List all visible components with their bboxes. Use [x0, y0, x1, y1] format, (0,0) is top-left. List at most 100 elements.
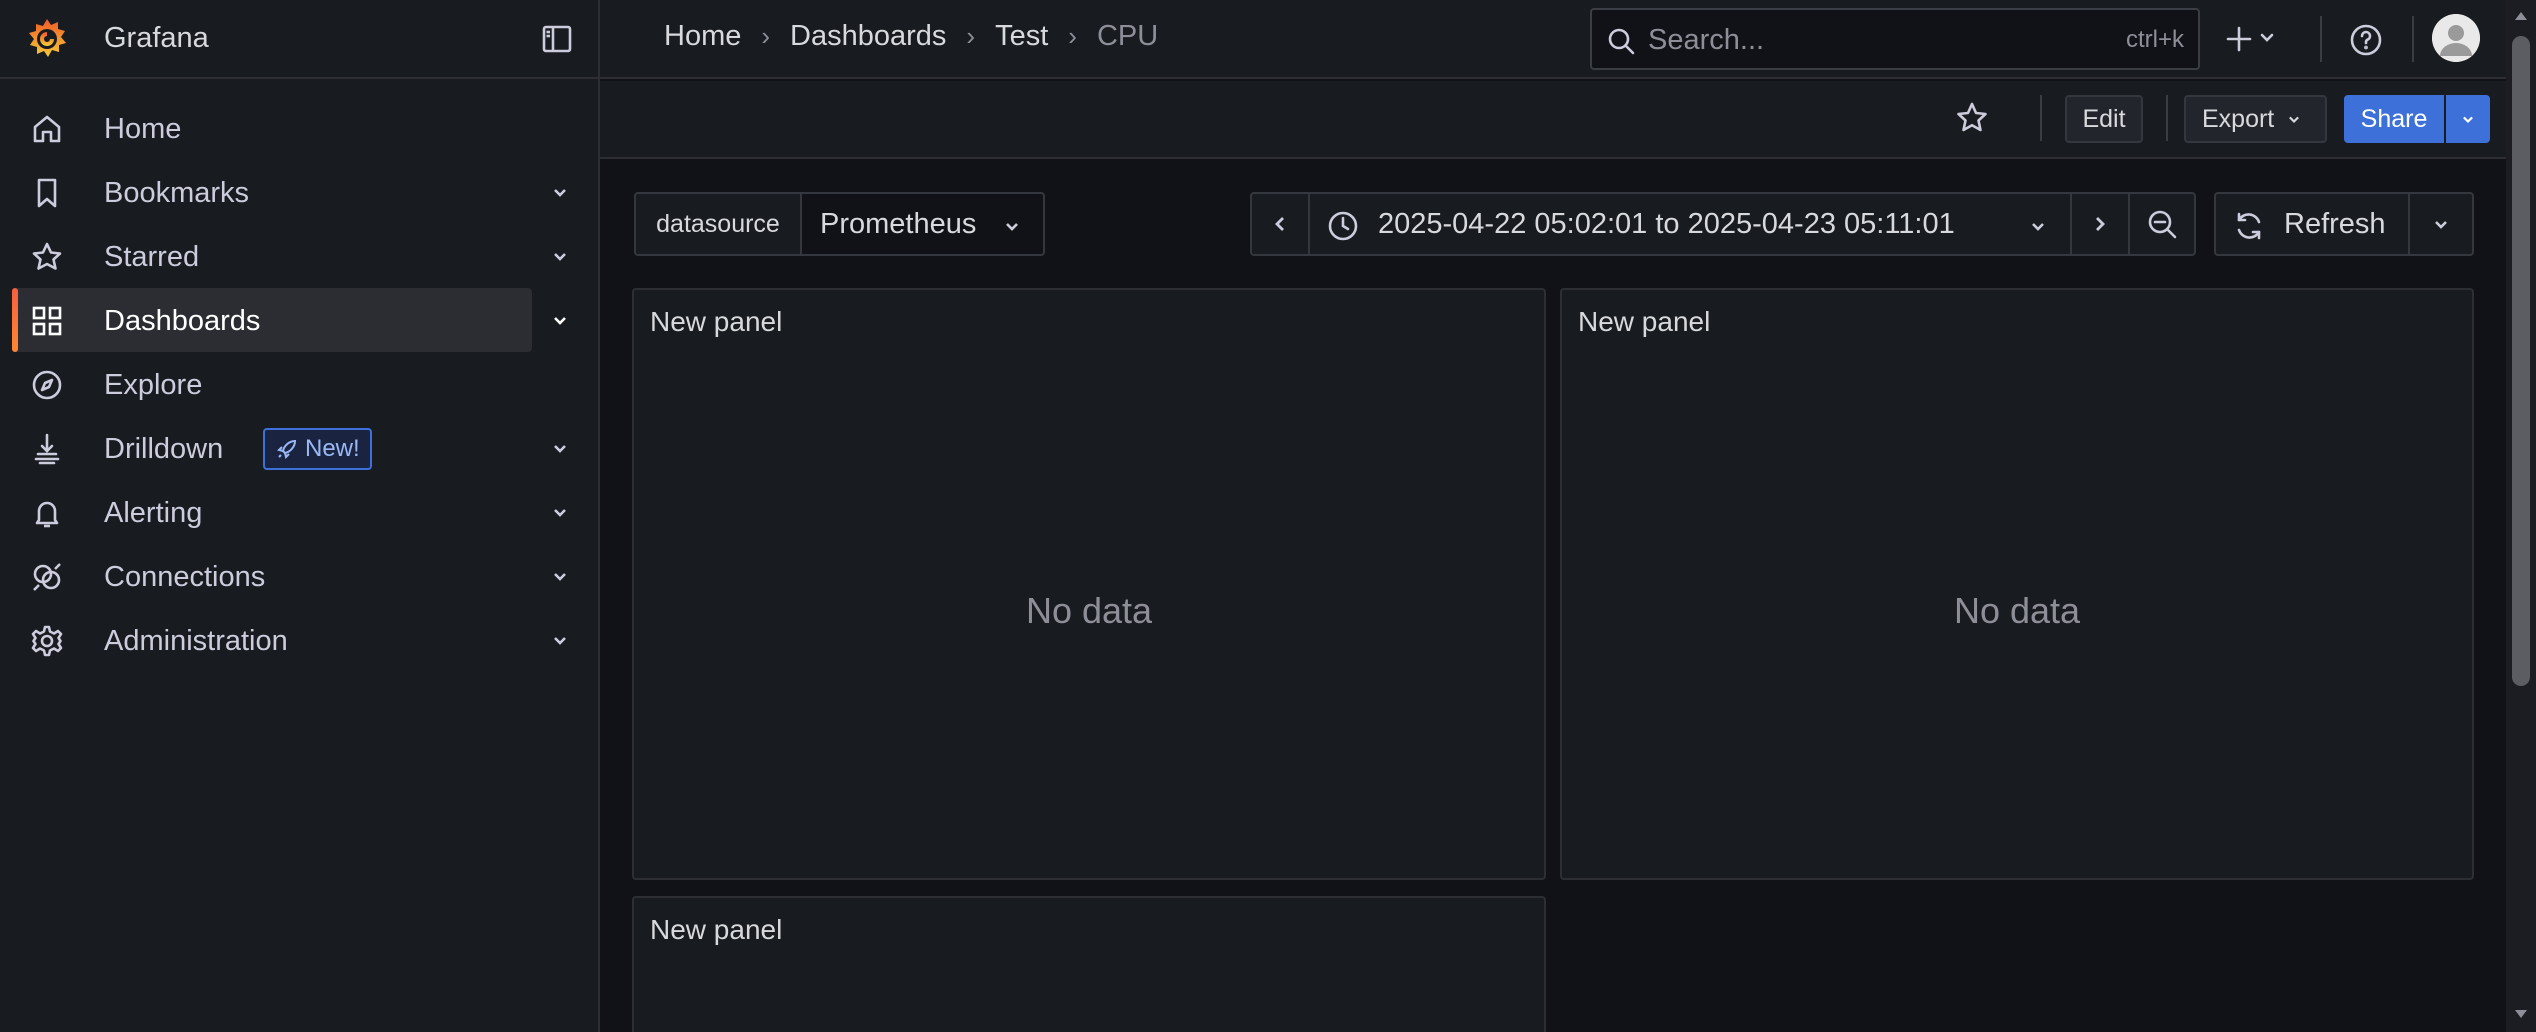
zoom-out-button[interactable] — [2128, 192, 2196, 256]
drilldown-icon — [34, 433, 60, 465]
user-avatar[interactable] — [2432, 14, 2480, 62]
scroll-down-arrow-icon[interactable] — [2514, 1008, 2528, 1020]
export-button-label: Export — [2202, 105, 2275, 133]
search-input[interactable] — [1648, 20, 2088, 60]
chevron-down-icon — [2435, 221, 2447, 229]
share-menu-button[interactable] — [2446, 95, 2490, 143]
sidebar-item-dashboards[interactable]: Dashboards — [12, 288, 566, 352]
bookmark-icon — [37, 178, 57, 208]
zoom-out-icon — [2148, 210, 2177, 239]
rocket-icon — [277, 439, 297, 459]
refresh-interval-button[interactable] — [2408, 192, 2474, 256]
breadcrumb-dashboards[interactable]: Dashboards — [790, 20, 946, 53]
chevron-down-icon[interactable] — [548, 244, 572, 268]
sync-icon — [2237, 212, 2261, 240]
scrollbar-thumb[interactable] — [2512, 36, 2530, 686]
breadcrumb-home[interactable]: Home — [664, 20, 741, 53]
search-shortcut: ctrl+k — [2125, 26, 2184, 53]
export-button[interactable]: Export — [2184, 95, 2327, 143]
user-icon — [2432, 14, 2480, 62]
breadcrumb-folder[interactable]: Test — [995, 20, 1048, 53]
divider — [2166, 95, 2168, 141]
bell-icon — [35, 501, 59, 528]
sidebar-item-explore[interactable]: Explore — [0, 352, 598, 416]
share-button[interactable]: Share — [2344, 95, 2444, 143]
edit-button-label: Edit — [2082, 105, 2126, 133]
no-data-message: No data — [1025, 590, 1153, 631]
sidebar-item-starred[interactable]: Starred — [0, 224, 598, 288]
search-box[interactable]: ctrl+k — [1590, 8, 2200, 70]
scroll-up-arrow-icon[interactable] — [2514, 10, 2528, 22]
app-name: Grafana — [104, 22, 209, 54]
refresh-button-label: Refresh — [2284, 208, 2386, 240]
sidebar-item-label: Bookmarks — [104, 177, 250, 209]
star-icon[interactable] — [1954, 100, 1990, 136]
breadcrumb-separator-icon: › — [966, 21, 976, 51]
variable-label: datasource — [634, 192, 802, 256]
page-scrollbar[interactable] — [2506, 0, 2536, 1032]
sidebar-item-connections[interactable]: Connections — [0, 544, 598, 608]
sidebar-item-label: Connections — [104, 561, 266, 593]
sidebar-item-alerting[interactable]: Alerting — [0, 480, 598, 544]
sidebar-item-administration[interactable]: Administration — [0, 608, 598, 672]
dock-menu-button[interactable] — [540, 22, 574, 56]
breadcrumb-separator-icon: › — [761, 21, 771, 51]
sidebar: Grafana Home Bookmarks Starred Dashboard… — [0, 0, 600, 1032]
sidebar-item-label: Dashboards — [104, 305, 261, 337]
sidebar-item-label: Drilldown — [104, 433, 224, 465]
apps-icon — [32, 306, 62, 336]
sidebar-item-drilldown[interactable]: Drilldown New! — [0, 416, 598, 480]
chevron-down-icon[interactable] — [548, 564, 572, 588]
sidebar-item-label: Administration — [104, 625, 288, 657]
add-new-button[interactable] — [2225, 18, 2285, 60]
chevron-down-icon[interactable] — [548, 308, 572, 332]
panel-title[interactable]: New panel — [1578, 306, 1710, 338]
time-range-text: 2025-04-22 05:02:01 to 2025-04-23 05:11:… — [1378, 208, 1955, 241]
chevron-down-icon — [2463, 116, 2473, 124]
edit-button[interactable]: Edit — [2065, 95, 2143, 143]
dashboard-panel[interactable]: New panel No data — [632, 288, 1546, 880]
time-range-picker[interactable]: 2025-04-22 05:02:01 to 2025-04-23 05:11:… — [1308, 192, 2072, 256]
chevron-down-icon — [1006, 223, 1018, 231]
divider — [2412, 16, 2414, 62]
divider — [2320, 16, 2322, 62]
grafana-logo-icon[interactable] — [24, 16, 70, 62]
time-range-separator: to — [1655, 208, 1680, 240]
chevron-down-icon — [2289, 116, 2300, 124]
chevron-down-icon[interactable] — [548, 180, 572, 204]
new-badge: New! — [263, 428, 372, 470]
search-icon — [1608, 28, 1635, 55]
time-range-forward-button[interactable] — [2070, 192, 2130, 256]
sidebar-item-bookmarks[interactable]: Bookmarks — [0, 160, 598, 224]
compass-icon — [32, 370, 62, 400]
panel-title[interactable]: New panel — [650, 914, 782, 946]
star-icon — [32, 242, 62, 270]
datasource-value: Prometheus — [820, 208, 977, 240]
divider — [2040, 95, 2042, 141]
refresh-button[interactable]: Refresh — [2214, 192, 2410, 256]
help-icon[interactable] — [2348, 22, 2384, 58]
dashboard-panel[interactable]: New panel No data — [1560, 288, 2474, 880]
chevron-down-icon[interactable] — [548, 500, 572, 524]
sidebar-nav: Home Bookmarks Starred Dashboards Explor… — [0, 96, 598, 672]
sidebar-item-label: Explore — [104, 369, 203, 401]
dashboard-panel[interactable]: New panel — [632, 896, 1546, 1032]
breadcrumb-current: CPU — [1096, 20, 1159, 52]
dashboard-toolbar: Edit Export Share — [600, 81, 2506, 159]
breadcrumb-separator-icon: › — [1068, 21, 1077, 51]
breadcrumb: Home › Dashboards › Test › CPU — [664, 20, 1158, 53]
no-data-message: No data — [1953, 590, 2081, 631]
chevron-right-icon — [2096, 217, 2105, 231]
panel-title[interactable]: New panel — [650, 306, 782, 338]
badge-label: New! — [305, 435, 360, 462]
top-bar: Home › Dashboards › Test › CPU ctrl+k — [600, 0, 2506, 79]
chevron-down-icon[interactable] — [548, 436, 572, 460]
cog-icon — [31, 625, 63, 657]
clock-icon — [1328, 211, 1358, 241]
datasource-select[interactable]: Prometheus — [800, 192, 1045, 256]
sidebar-item-label: Starred — [104, 241, 200, 273]
sidebar-item-home[interactable]: Home — [0, 96, 598, 160]
sidebar-item-label: Alerting — [104, 497, 203, 529]
time-range-back-button[interactable] — [1250, 192, 1310, 256]
chevron-down-icon[interactable] — [548, 628, 572, 652]
